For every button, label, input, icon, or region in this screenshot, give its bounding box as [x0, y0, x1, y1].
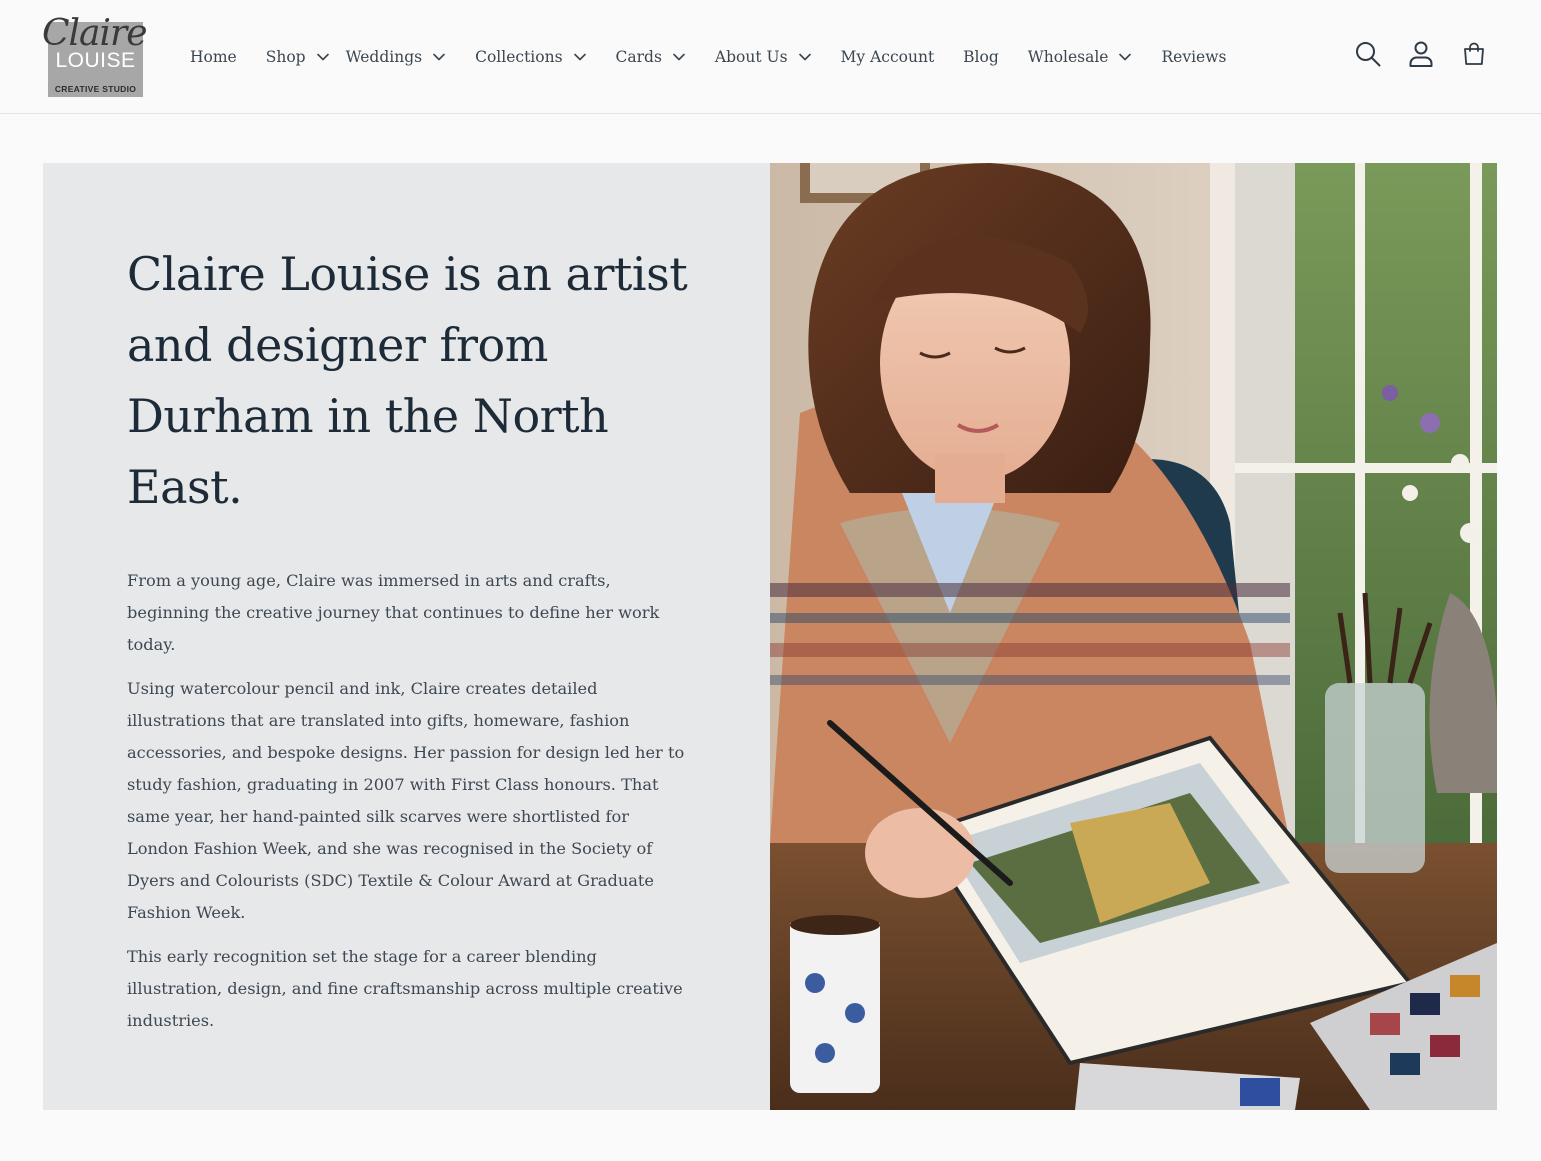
hero-paragraph-1: From a young age, Claire was immersed in…: [127, 571, 660, 654]
main-navigation: Home Shop Weddings Collections Cards About Us…: [190, 44, 1226, 70]
chevron-down-icon: [573, 53, 586, 61]
nav-item-label: Collections: [475, 48, 563, 66]
account-icon[interactable]: [1408, 40, 1434, 68]
nav-item-label: About Us: [714, 48, 788, 66]
artist-portrait-image: [770, 163, 1497, 1110]
nav-item-about-us[interactable]: About Us: [715, 48, 811, 66]
nav-item-label: Weddings: [345, 48, 423, 66]
cart-icon[interactable]: [1461, 40, 1487, 68]
hero-text-panel: Claire Louise is an artist and designer …: [43, 163, 770, 1110]
nav-item-label: Cards: [615, 48, 662, 66]
nav-item-weddings[interactable]: Weddings: [346, 48, 446, 66]
nav-item-collections[interactable]: Collections: [475, 48, 586, 66]
nav-item-label: Home: [190, 48, 237, 66]
nav-item-reviews[interactable]: Reviews: [1161, 48, 1226, 66]
chevron-down-icon: [1119, 53, 1132, 61]
nav-item-label: Shop: [265, 48, 306, 66]
nav-item-home[interactable]: Home: [190, 48, 237, 66]
search-icon[interactable]: [1355, 40, 1381, 68]
hero-title: Claire Louise is an artist and designer …: [127, 247, 688, 514]
nav-item-label: Reviews: [1161, 48, 1227, 66]
chevron-down-icon: [673, 53, 685, 61]
brand-logo[interactable]: Claire LOUISE CREATIVE STUDIO: [42, 13, 148, 98]
nav-item-label: Blog: [963, 48, 999, 66]
chevron-down-icon: [433, 53, 445, 61]
logo-tagline-text: CREATIVE STUDIO: [54, 84, 137, 94]
nav-item-label: Wholesale: [1027, 48, 1109, 66]
hero-paragraph-3: This early recognition set the stage for…: [127, 947, 683, 1030]
nav-item-shop[interactable]: Shop: [266, 48, 329, 66]
logo-name-text: LOUISE: [55, 49, 136, 72]
chevron-down-icon: [798, 53, 811, 61]
header-icons: [1355, 40, 1487, 68]
logo-script-text: Claire: [42, 13, 148, 54]
nav-item-wholesale[interactable]: Wholesale: [1028, 48, 1132, 66]
site-header: Claire LOUISE CREATIVE STUDIO Home Shop We…: [0, 0, 1541, 114]
hero-paragraph-2: Using watercolour pencil and ink, Claire…: [127, 679, 685, 922]
nav-item-my-account[interactable]: My Account: [841, 48, 935, 66]
chevron-down-icon: [316, 53, 329, 61]
nav-item-cards[interactable]: Cards: [616, 48, 685, 66]
about-hero: Claire Louise is an artist and designer …: [43, 163, 1497, 1110]
nav-item-label: My Account: [840, 48, 935, 66]
nav-item-blog[interactable]: Blog: [963, 48, 999, 66]
